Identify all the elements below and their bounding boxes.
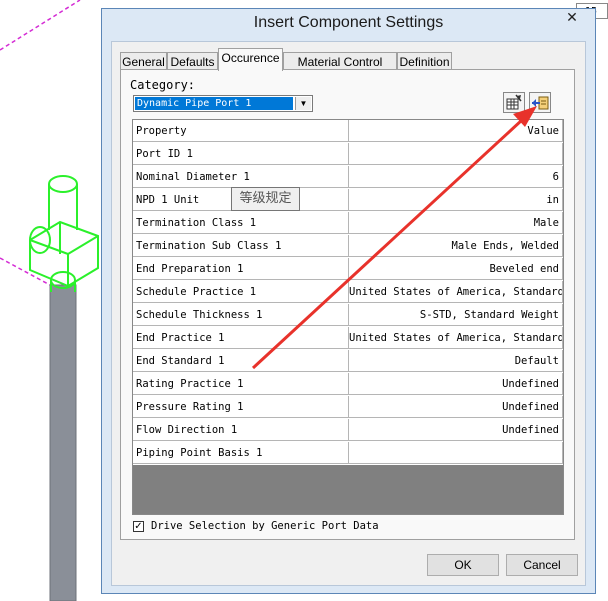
property-cell: Pressure Rating 1 <box>133 396 349 418</box>
value-cell[interactable]: Male <box>349 212 563 234</box>
ok-button[interactable]: OK <box>427 554 499 576</box>
value-cell[interactable] <box>349 143 563 165</box>
table-row: Termination Sub Class 1 Male Ends, Welde… <box>133 235 563 258</box>
occurence-panel: Category: Dynamic Pipe Port 1 ▼ Property… <box>120 69 575 540</box>
property-cell: Termination Class 1 <box>133 212 349 234</box>
insert-component-settings-dialog: Insert Component Settings ✕ General Defa… <box>101 8 596 594</box>
table-row: Flow Direction 1 Undefined <box>133 419 563 442</box>
value-cell[interactable]: Undefined <box>349 373 563 395</box>
dialog-title: Insert Component Settings <box>253 14 444 31</box>
table-row: End Preparation 1 Beveled end <box>133 258 563 281</box>
category-label: Category: <box>130 78 196 92</box>
table-row: Nominal Diameter 1 6 <box>133 166 563 189</box>
property-cell: Schedule Thickness 1 <box>133 304 349 326</box>
value-cell[interactable]: Beveled end <box>349 258 563 280</box>
cancel-button[interactable]: Cancel <box>506 554 578 576</box>
value-cell[interactable]: United States of America, Standards <box>349 327 563 349</box>
value-cell[interactable]: Male Ends, Welded <box>349 235 563 257</box>
property-cell: Schedule Practice 1 <box>133 281 349 303</box>
category-selected-value: Dynamic Pipe Port 1 <box>135 97 293 110</box>
drive-selection-checkbox[interactable]: ✓ <box>133 521 144 532</box>
value-cell[interactable]: in <box>349 189 563 211</box>
property-cell: Nominal Diameter 1 <box>133 166 349 188</box>
property-cell: Piping Point Basis 1 <box>133 442 349 464</box>
cad-dashed-line <box>0 257 51 286</box>
chevron-down-icon[interactable]: ▼ <box>295 97 311 110</box>
property-header: Property <box>133 120 349 142</box>
export-table-button[interactable] <box>529 92 551 113</box>
tooltip: 等级规定 <box>231 187 300 211</box>
export-table-icon <box>532 96 549 110</box>
cad-pipe <box>49 284 77 601</box>
tab-definition[interactable]: Definition <box>397 52 452 70</box>
value-header: Value <box>349 120 563 142</box>
close-button[interactable]: ✕ <box>557 9 587 29</box>
property-cell: End Standard 1 <box>133 350 349 372</box>
property-cell: Port ID 1 <box>133 143 349 165</box>
tab-material-control-data[interactable]: Material Control Data <box>283 52 397 87</box>
dialog-client: General Defaults Occurence Material Cont… <box>111 41 586 586</box>
table-row: Rating Practice 1 Undefined <box>133 373 563 396</box>
table-row: Termination Class 1 Male <box>133 212 563 235</box>
tab-defaults[interactable]: Defaults <box>167 52 218 70</box>
category-select[interactable]: Dynamic Pipe Port 1 ▼ <box>133 95 313 112</box>
property-cell: Termination Sub Class 1 <box>133 235 349 257</box>
table-row: Schedule Practice 1 United States of Ame… <box>133 281 563 304</box>
table-row: Schedule Thickness 1 S-STD, Standard Wei… <box>133 304 563 327</box>
value-cell[interactable]: S-STD, Standard Weight <box>349 304 563 326</box>
property-cell: Flow Direction 1 <box>133 419 349 441</box>
table-row: Pressure Rating 1 Undefined <box>133 396 563 419</box>
value-cell[interactable]: Undefined <box>349 396 563 418</box>
tab-general[interactable]: General <box>120 52 167 70</box>
grid-edit-icon <box>506 94 522 110</box>
cad-component <box>29 175 99 292</box>
value-cell[interactable]: Undefined <box>349 419 563 441</box>
close-icon: ✕ <box>566 10 578 26</box>
value-cell[interactable]: 6 <box>349 166 563 188</box>
value-cell[interactable] <box>349 442 563 464</box>
value-cell[interactable]: Default <box>349 350 563 372</box>
value-cell[interactable]: United States of America, Standards <box>349 281 563 303</box>
cad-dashed-line <box>0 0 81 51</box>
table-row: End Standard 1 Default <box>133 350 563 373</box>
drive-selection-label: Drive Selection by Generic Port Data <box>151 520 379 532</box>
property-cell: End Preparation 1 <box>133 258 349 280</box>
grid-edit-button[interactable] <box>503 92 525 113</box>
tab-occurence[interactable]: Occurence <box>218 48 283 71</box>
grid-header-row: Property Value <box>133 120 563 143</box>
table-row: NPD 1 Unit in <box>133 189 563 212</box>
property-cell: Rating Practice 1 <box>133 373 349 395</box>
property-cell: End Practice 1 <box>133 327 349 349</box>
table-row: Port ID 1 <box>133 143 563 166</box>
table-row: Piping Point Basis 1 <box>133 442 563 465</box>
table-row: End Practice 1 United States of America,… <box>133 327 563 350</box>
property-grid: Property Value Port ID 1 Nominal Diamete… <box>132 119 564 515</box>
